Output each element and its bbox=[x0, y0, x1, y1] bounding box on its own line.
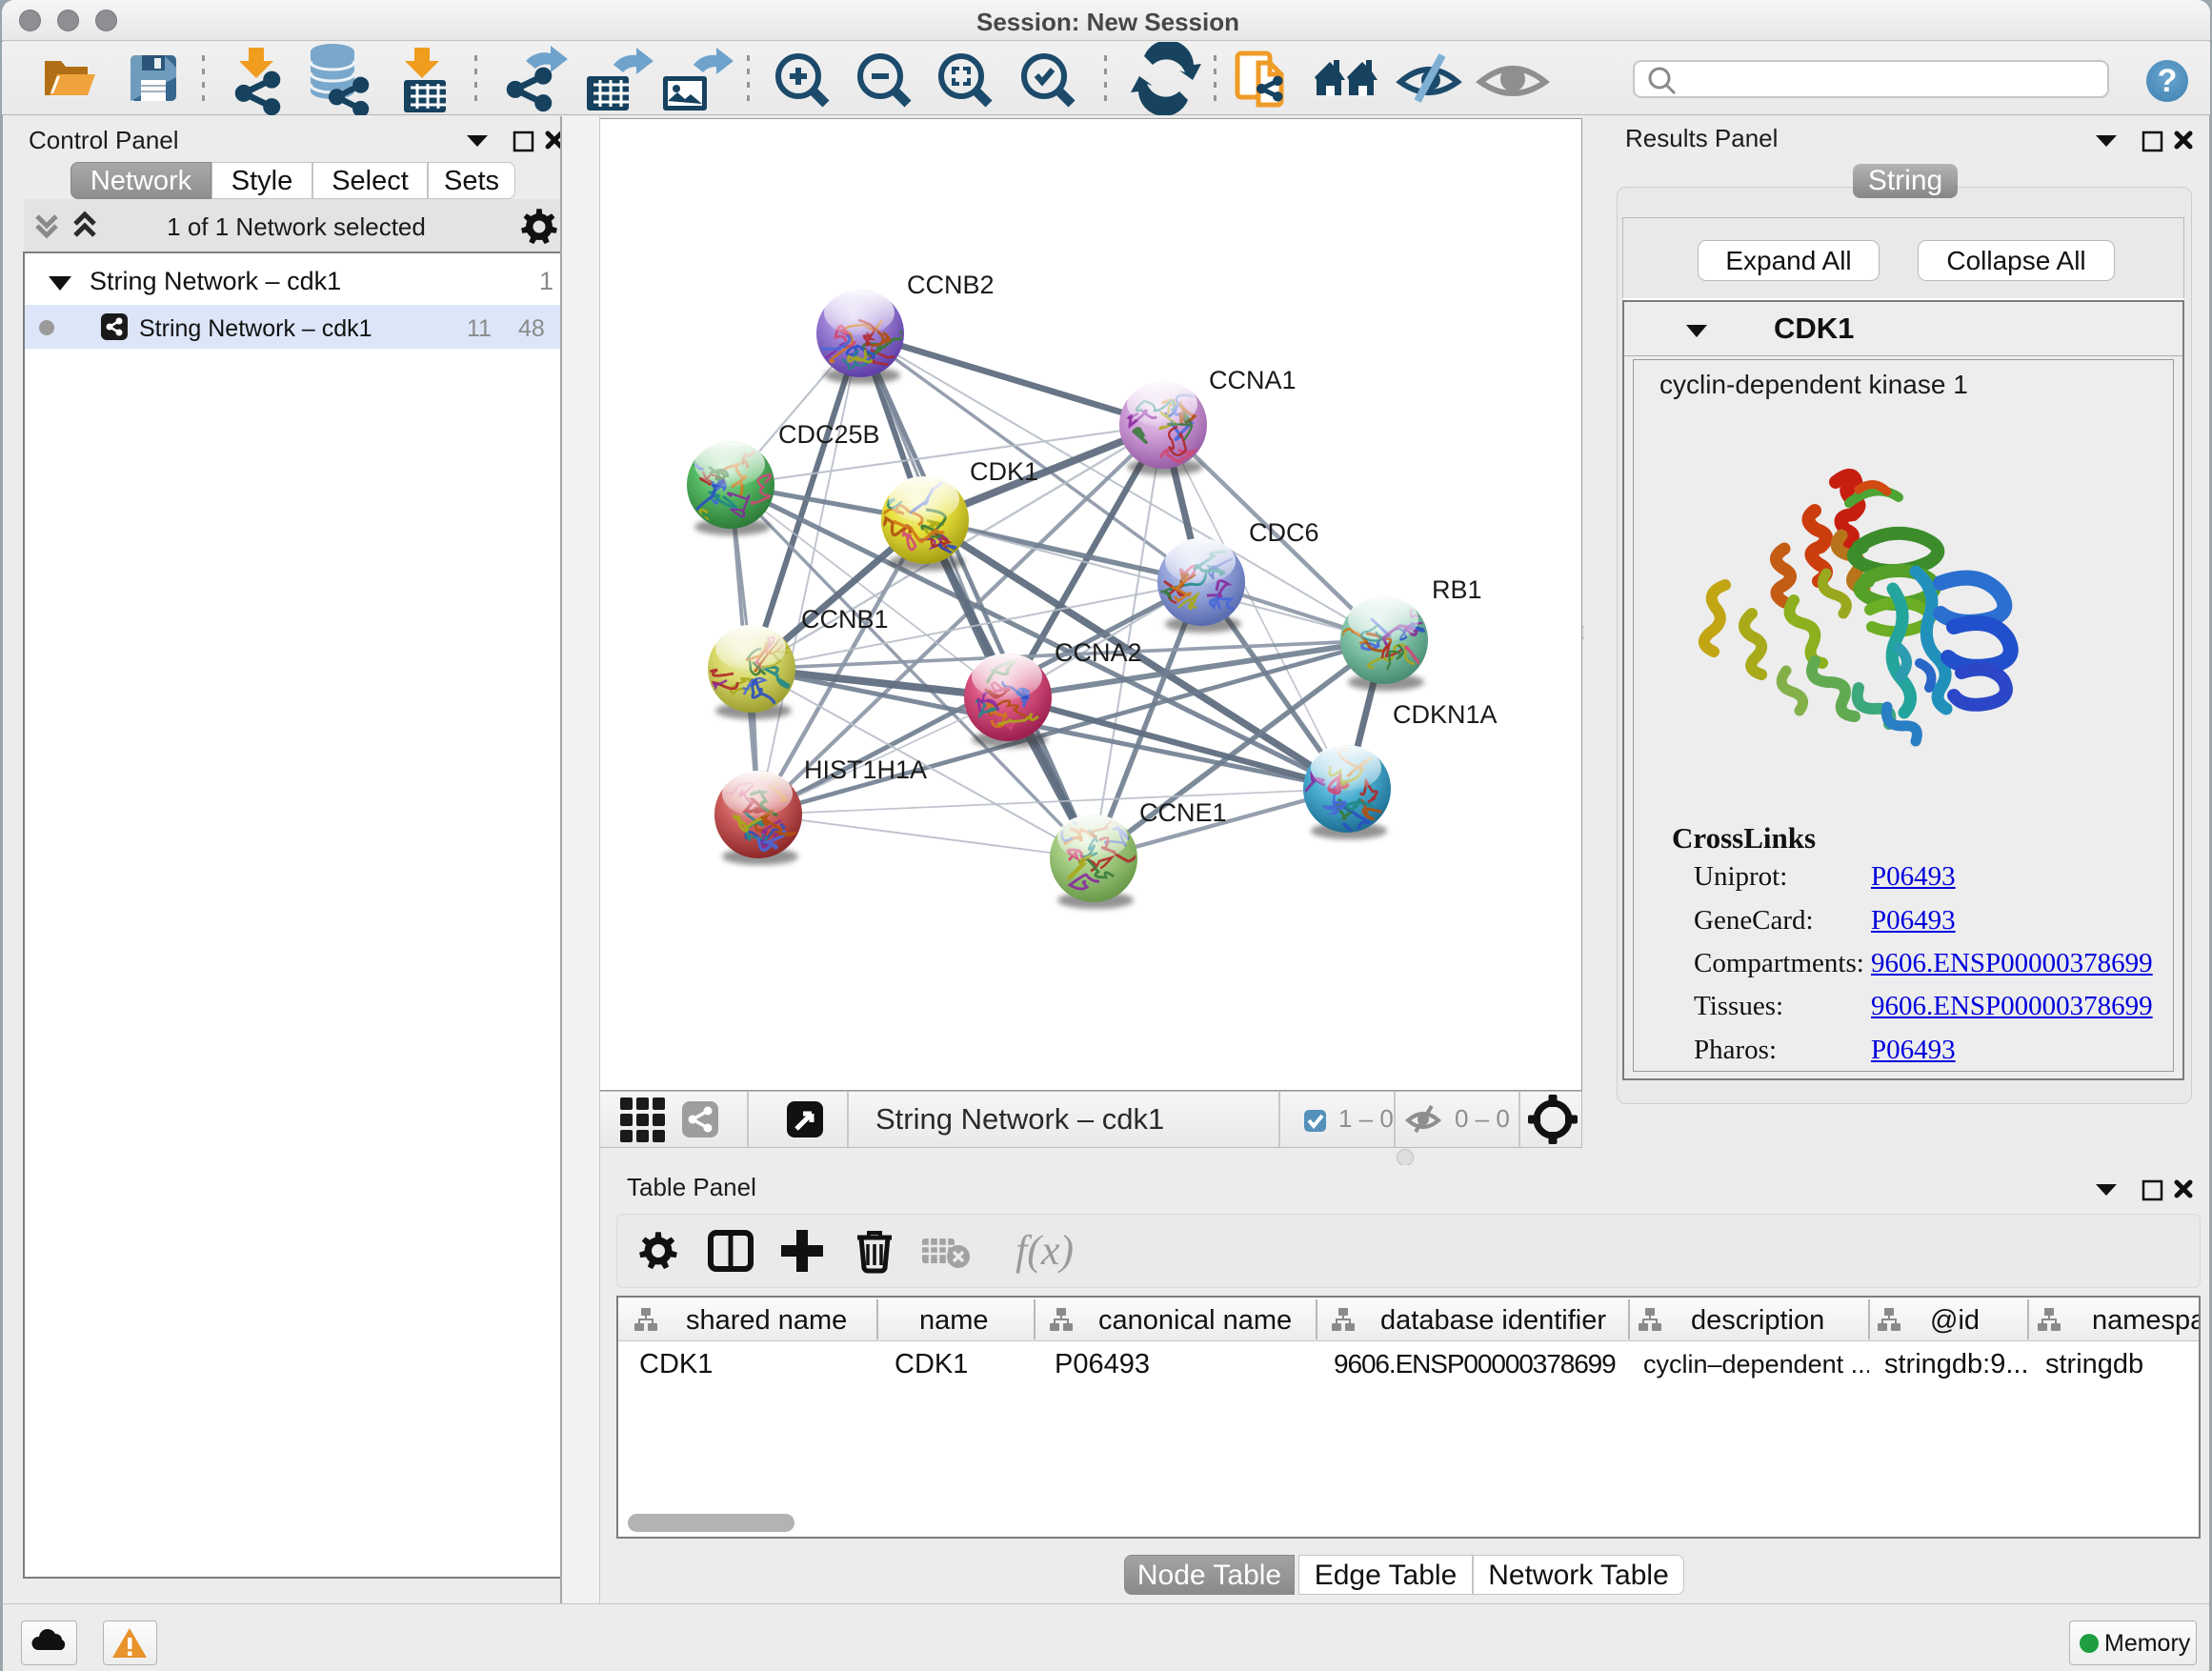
svg-text:String Network – cdk1: String Network – cdk1 bbox=[875, 1102, 1164, 1136]
svg-text:CDKN1A: CDKN1A bbox=[1393, 700, 1498, 729]
svg-text:name: name bbox=[919, 1305, 989, 1336]
svg-text:CCNE1: CCNE1 bbox=[1139, 798, 1227, 827]
svg-text:database identifier: database identifier bbox=[1380, 1305, 1606, 1336]
svg-text:CDC6: CDC6 bbox=[1249, 518, 1319, 547]
svg-text:CCNB2: CCNB2 bbox=[907, 271, 995, 299]
svg-text:description: description bbox=[1691, 1305, 1824, 1336]
svg-text:CDC25B: CDC25B bbox=[778, 420, 880, 449]
svg-text:0 – 0: 0 – 0 bbox=[1455, 1104, 1510, 1133]
svg-text:namespace: namespace bbox=[2092, 1305, 2199, 1336]
svg-text:1 – 0: 1 – 0 bbox=[1338, 1104, 1394, 1133]
svg-text:RB1: RB1 bbox=[1432, 575, 1482, 604]
svg-text:HIST1H1A: HIST1H1A bbox=[804, 755, 927, 784]
svg-text:f(x): f(x) bbox=[1016, 1227, 1074, 1274]
svg-text:CCNB1: CCNB1 bbox=[801, 605, 889, 634]
svg-text:@id: @id bbox=[1930, 1305, 1980, 1336]
svg-text:CCNA1: CCNA1 bbox=[1209, 366, 1297, 394]
svg-text:CDK1: CDK1 bbox=[970, 457, 1038, 486]
svg-text:CCNA2: CCNA2 bbox=[1055, 638, 1142, 667]
svg-text:canonical name: canonical name bbox=[1098, 1305, 1292, 1336]
svg-text:shared name: shared name bbox=[686, 1305, 847, 1336]
